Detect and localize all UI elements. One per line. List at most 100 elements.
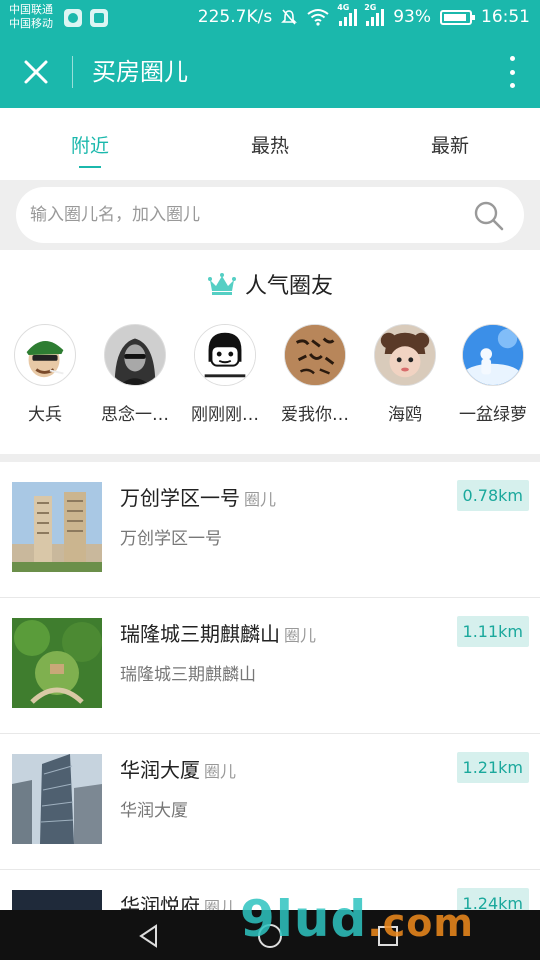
friend-item[interactable]: 一盆绿萝 xyxy=(448,324,538,425)
watermark-suffix: .com xyxy=(367,901,474,945)
friend-item[interactable]: 刚刚刚… xyxy=(180,324,270,425)
back-icon[interactable] xyxy=(136,923,162,949)
circle-tag: 圈儿 xyxy=(204,898,237,910)
avatar xyxy=(104,324,166,386)
signal-4g-label: 4G xyxy=(337,3,350,12)
tab-newest[interactable]: 最新 xyxy=(360,108,540,180)
wifi-icon xyxy=(307,9,329,26)
notification-app-icon xyxy=(64,9,82,27)
close-button[interactable] xyxy=(18,54,54,90)
clock: 16:51 xyxy=(481,7,530,27)
friend-name: 爱我你… xyxy=(281,405,349,425)
search-icon[interactable] xyxy=(472,199,506,233)
thumbnail-image xyxy=(12,482,102,572)
distance-badge: 1.11km xyxy=(456,616,529,647)
carrier-info: 中国联通 中国移动 xyxy=(9,3,53,31)
friend-item[interactable]: 思念一… xyxy=(90,324,180,425)
circle-name: 瑞隆城三期麒麟山 xyxy=(120,622,280,646)
tab-hottest[interactable]: 最热 xyxy=(180,108,360,180)
popular-friends-section: 人气圈友 大兵 思念一… 刚刚刚… 爱我你… 海鸥 一盆绿萝 xyxy=(0,250,540,454)
app-bar: 买房圈儿 xyxy=(0,36,540,108)
circle-name: 万创学区一号 xyxy=(120,486,240,510)
avatar-image xyxy=(105,325,165,385)
avatar-image xyxy=(285,325,345,385)
friend-name: 大兵 xyxy=(28,405,62,425)
circle-thumbnail xyxy=(12,890,102,910)
friends-row: 大兵 思念一… 刚刚刚… 爱我你… 海鸥 一盆绿萝 xyxy=(0,324,540,434)
section-separator xyxy=(0,454,540,462)
more-dot-icon xyxy=(509,56,515,61)
friend-name: 刚刚刚… xyxy=(191,405,259,425)
circle-subtitle: 华润大厦 xyxy=(120,801,188,821)
circle-item[interactable]: 华润大厦 圈儿 华润大厦 1.21km xyxy=(0,734,540,870)
popular-title: 人气圈友 xyxy=(244,274,333,299)
search-box xyxy=(16,187,524,243)
avatar-image xyxy=(375,325,435,385)
avatar xyxy=(462,324,524,386)
avatar xyxy=(194,324,256,386)
search-section xyxy=(0,180,540,250)
circle-subtitle: 瑞隆城三期麒麟山 xyxy=(120,665,256,685)
circle-name: 华润大厦 xyxy=(120,758,200,782)
crown-icon xyxy=(207,273,236,295)
circle-title: 瑞隆城三期麒麟山 圈儿 xyxy=(120,618,316,647)
app-bar-divider xyxy=(72,56,73,88)
circle-tag: 圈儿 xyxy=(284,626,317,645)
signal-2g-icon: 2G xyxy=(364,3,385,26)
battery-fill xyxy=(444,13,466,21)
signal-2g-label: 2G xyxy=(364,3,377,12)
network-speed: 225.7K/s xyxy=(197,7,273,27)
avatar xyxy=(284,324,346,386)
popular-header: 人气圈友 xyxy=(0,268,540,300)
thumbnail-image xyxy=(12,754,102,844)
avatar xyxy=(14,324,76,386)
signal-4g-icon: 4G xyxy=(337,3,358,26)
carrier-2: 中国移动 xyxy=(9,17,53,30)
friend-item[interactable]: 大兵 xyxy=(0,324,90,425)
circle-thumbnail xyxy=(12,482,102,572)
carrier-1: 中国联通 xyxy=(9,3,53,16)
friend-name: 思念一… xyxy=(101,405,169,425)
distance-badge: 0.78km xyxy=(456,480,529,511)
distance-badge: 1.21km xyxy=(456,752,529,783)
thumbnail-image xyxy=(12,618,102,708)
search-input[interactable] xyxy=(30,187,460,243)
more-dot-icon xyxy=(509,83,515,88)
circle-list: 万创学区一号 圈儿 万创学区一号 0.78km 瑞隆城三期麒麟山 圈儿 瑞隆城三期麒… xyxy=(0,462,540,910)
circle-item[interactable]: 万创学区一号 圈儿 万创学区一号 0.78km xyxy=(0,462,540,598)
status-right: 225.7K/s 4G 2G 93% 16:51 xyxy=(197,3,530,27)
avatar-image xyxy=(195,325,255,385)
circle-item[interactable]: 瑞隆城三期麒麟山 圈儿 瑞隆城三期麒麟山 1.11km xyxy=(0,598,540,734)
notification-image-icon xyxy=(90,9,108,27)
tab-bar: 附近 最热 最新 xyxy=(0,108,540,180)
friend-name: 一盆绿萝 xyxy=(459,405,527,425)
circle-name: 华润悦府 xyxy=(120,894,200,910)
thumbnail-image xyxy=(12,890,102,910)
circle-thumbnail xyxy=(12,618,102,708)
battery-percent: 93% xyxy=(393,7,431,27)
circle-title: 万创学区一号 圈儿 xyxy=(120,482,276,511)
friend-item[interactable]: 爱我你… xyxy=(270,324,360,425)
close-icon xyxy=(24,60,48,84)
more-dot-icon xyxy=(509,69,515,75)
status-bar: 中国联通 中国移动 225.7K/s 4G 2G 93% 16:51 xyxy=(0,0,540,36)
circle-title: 华润悦府 圈儿 xyxy=(120,890,236,910)
circle-tag: 圈儿 xyxy=(204,762,237,781)
friend-name: 海鸥 xyxy=(388,405,422,425)
more-options-button[interactable] xyxy=(508,56,516,88)
watermark-main: 9lud xyxy=(240,890,368,948)
friend-item[interactable]: 海鸥 xyxy=(360,324,450,425)
avatar xyxy=(374,324,436,386)
circle-subtitle: 万创学区一号 xyxy=(120,529,222,549)
page-title: 买房圈儿 xyxy=(92,58,188,86)
circle-title: 华润大厦 圈儿 xyxy=(120,754,236,783)
circle-tag: 圈儿 xyxy=(244,490,277,509)
avatar-image xyxy=(463,325,523,385)
notification-icons xyxy=(64,9,108,27)
battery-icon xyxy=(440,9,475,25)
avatar-image xyxy=(15,325,75,385)
tab-nearby[interactable]: 附近 xyxy=(0,108,180,180)
site-watermark: 9lud.com xyxy=(240,890,474,948)
circle-thumbnail xyxy=(12,754,102,844)
mute-icon xyxy=(281,9,298,25)
